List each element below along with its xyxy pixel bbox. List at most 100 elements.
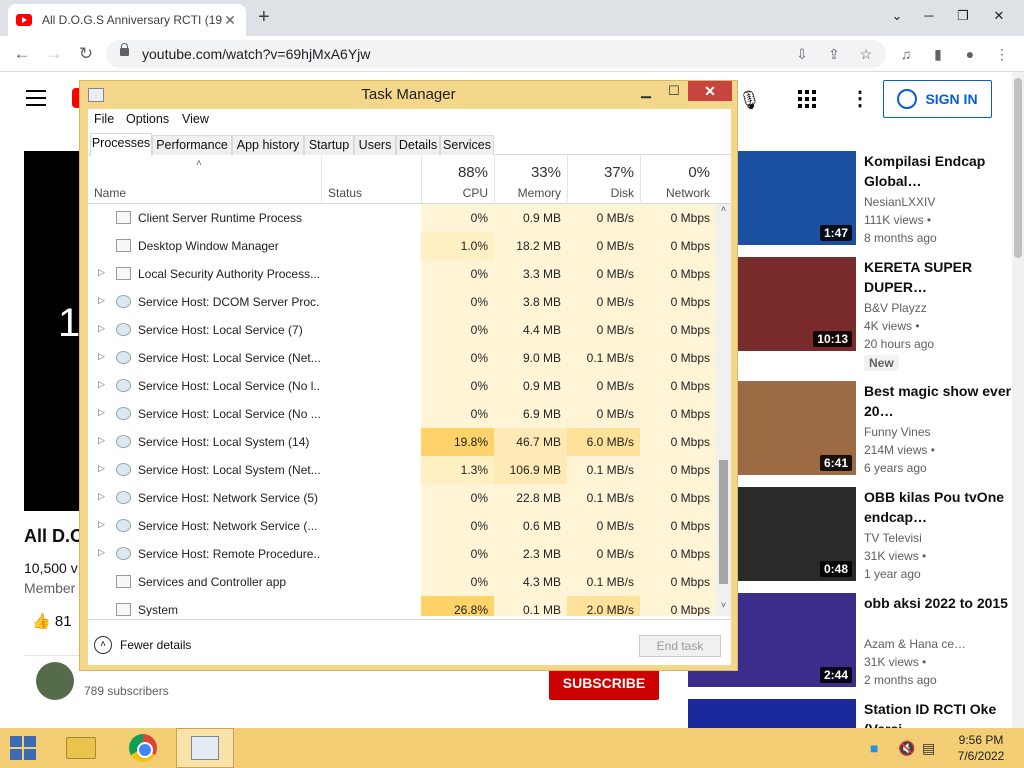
network-icon[interactable]: ▤ [922,740,935,757]
column-memory[interactable]: 33% Memory [494,156,567,204]
tm-minimize-button[interactable]: ▁ [632,81,660,101]
process-row[interactable]: ▷ Service Host: Local Service (7) 0% 4.4 MB… [88,316,716,344]
process-list-scrollbar[interactable]: ˄ ˅ [716,204,731,616]
expand-chevron-icon[interactable]: ▷ [98,295,105,306]
process-row[interactable]: ▷ Local Security Authority Process... 0% 3.… [88,260,716,288]
browser-tab-youtube[interactable]: All D.O.G.S Anniversary RCTI (19… ✕ [8,4,246,36]
expand-chevron-icon[interactable]: ▷ [98,379,105,390]
tab-details[interactable]: Details [396,135,440,155]
column-disk[interactable]: 37% Disk [567,156,640,204]
tab-app-history[interactable]: App history [232,135,304,155]
tab-startup[interactable]: Startup [304,135,354,155]
process-row[interactable]: System 26.8% 0.1 MB 2.0 MB/s 0 Mbps [88,596,716,616]
more-options-icon[interactable]: ⋮ [850,86,870,111]
menu-options[interactable]: Options [126,112,169,126]
expand-chevron-icon[interactable]: ▷ [98,323,105,334]
process-row[interactable]: ▷ Service Host: DCOM Server Proc... 0% 3.8 … [88,288,716,316]
volume-muted-icon[interactable]: 🔇 [898,740,915,757]
apps-grid-icon[interactable] [798,90,816,108]
tray-flag-icon[interactable]: ■ [870,740,878,756]
process-row[interactable]: Client Server Runtime Process 0% 0.9 MB 0 M… [88,204,716,232]
like-button[interactable]: 👍 81 [32,612,72,630]
tab-search-icon[interactable]: ⌄ [880,0,914,32]
tab-performance[interactable]: Performance [152,135,232,155]
scroll-down-icon[interactable]: ˅ [716,600,731,610]
process-row[interactable]: ▷ Service Host: Network Service (5) 0% 22.8… [88,484,716,512]
process-row[interactable]: ▷ Service Host: Local System (Net... 1.3% 1… [88,456,716,484]
taskbar-task-manager[interactable] [176,728,234,768]
chrome-menu-icon[interactable]: ⋮ [992,44,1012,64]
end-task-button[interactable]: End task [639,635,721,657]
tab-close-icon[interactable]: ✕ [222,12,238,29]
taskbar-file-explorer[interactable] [52,728,110,768]
task-manager-titlebar[interactable]: Task Manager ▁ ☐ ✕ [80,81,737,109]
fewer-details-button[interactable]: ˄ Fewer details [94,636,191,654]
process-row[interactable]: ▷ Service Host: Local Service (No ... 0% 6.… [88,400,716,428]
column-name[interactable]: Name [94,186,126,200]
taskbar-chrome[interactable] [114,728,172,768]
recommended-title[interactable]: OBB kilas Pou tvOne endcap… [864,487,1014,527]
sign-in-button[interactable]: SIGN IN [883,80,992,118]
reload-icon[interactable]: ↻ [74,42,98,66]
forward-arrow-icon[interactable]: → [42,42,66,66]
process-row[interactable]: ▷ Service Host: Local Service (No l... 0% 0… [88,372,716,400]
process-row[interactable]: ▷ Service Host: Local Service (Net... 0% 9.… [88,344,716,372]
tab-processes[interactable]: Processes [90,133,152,156]
tab-users[interactable]: Users [354,135,396,155]
page-scrollbar[interactable] [1012,72,1024,728]
start-button[interactable] [10,736,38,760]
side-panel-icon[interactable]: ▮ [928,44,948,64]
recommended-video[interactable]: Station ID RCTI Oke (Versi… [688,699,1008,728]
media-control-icon[interactable]: ♫ [896,44,916,64]
address-bar[interactable]: youtube.com/watch?v=69hjMxA6Yjw [106,40,886,68]
recommended-title[interactable]: Station ID RCTI Oke (Versi… [864,699,1014,728]
recommended-title[interactable]: Kompilasi Endcap Global… [864,151,1014,191]
tm-close-button[interactable]: ✕ [688,81,732,101]
expand-chevron-icon[interactable]: ▷ [98,519,105,530]
expand-chevron-icon[interactable]: ▷ [98,491,105,502]
scrollbar-thumb[interactable] [1014,78,1022,258]
microphone-icon[interactable]: 🎙 [738,90,761,111]
menu-file[interactable]: File [94,112,114,126]
process-row[interactable]: Desktop Window Manager 1.0% 18.2 MB 0 MB/s 0… [88,232,716,260]
recommended-channel[interactable]: Azam & Hana ce… [864,637,966,651]
subscribe-button[interactable]: SUBSCRIBE [549,666,659,700]
recommended-channel[interactable]: B&V Playzz [864,301,927,315]
tab-services[interactable]: Services [440,135,494,155]
maximize-button[interactable]: ❐ [946,0,980,32]
column-status[interactable]: Status [321,156,421,204]
recommended-channel[interactable]: NesianLXXIV [864,195,935,209]
hamburger-menu-icon[interactable] [26,90,46,106]
new-tab-button[interactable]: + [258,6,270,29]
column-network[interactable]: 0% Network [640,156,716,204]
process-scroll-thumb[interactable] [719,460,728,584]
recommended-channel[interactable]: TV Televisi [864,531,922,545]
recommended-title[interactable]: KERETA SUPER DUPER… [864,257,1014,297]
process-row[interactable]: ▷ Service Host: Network Service (... 0% 0.6… [88,512,716,540]
scroll-up-icon[interactable]: ˄ [716,204,731,214]
process-row[interactable]: ▷ Service Host: Remote Procedure... 0% 2.3 … [88,540,716,568]
install-app-icon[interactable]: ⇩ [792,44,812,64]
tm-maximize-button[interactable]: ☐ [660,81,688,101]
taskbar-clock[interactable]: 9:56 PM 7/6/2022 [950,732,1012,764]
expand-chevron-icon[interactable]: ▷ [98,351,105,362]
expand-chevron-icon[interactable]: ▷ [98,463,105,474]
bookmark-star-icon[interactable]: ☆ [856,44,876,64]
recommended-title[interactable]: Best magic show ever 20… [864,381,1014,421]
close-window-button[interactable]: ✕ [982,0,1016,32]
minimize-button[interactable]: ─ [912,0,946,32]
recommended-title[interactable]: obb aksi 2022 to 2015 [864,593,1014,613]
expand-chevron-icon[interactable]: ▷ [98,407,105,418]
video-thumbnail[interactable] [688,699,856,728]
recommended-channel[interactable]: Funny Vines [864,425,931,439]
menu-view[interactable]: View [182,112,209,126]
expand-chevron-icon[interactable]: ▷ [98,435,105,446]
profile-avatar-icon[interactable]: ● [960,44,980,64]
process-row[interactable]: ▷ Service Host: Local System (14) 19.8% 46.… [88,428,716,456]
expand-chevron-icon[interactable]: ▷ [98,267,105,278]
share-icon[interactable]: ⇪ [824,44,844,64]
channel-avatar[interactable] [36,662,74,700]
back-arrow-icon[interactable]: ← [10,42,34,66]
expand-chevron-icon[interactable]: ▷ [98,547,105,558]
column-cpu[interactable]: 88% CPU [421,156,494,204]
